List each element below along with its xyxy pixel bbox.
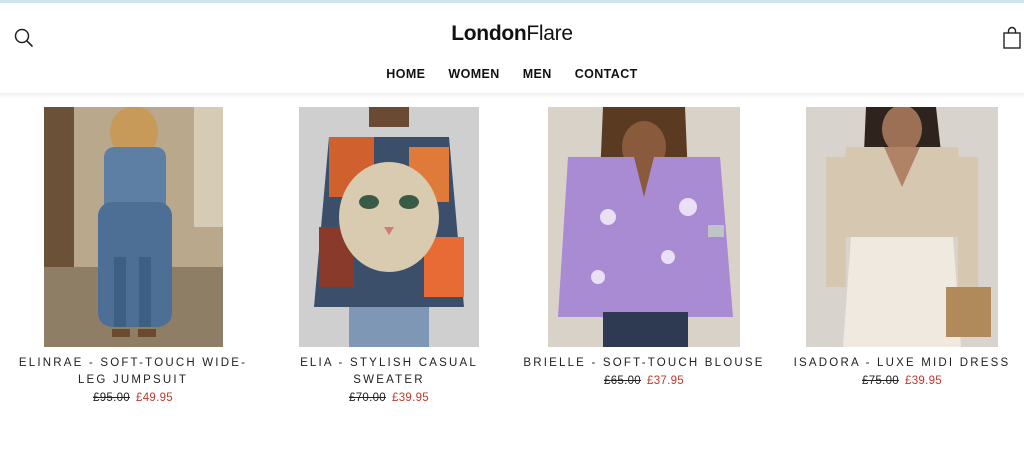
product-name[interactable]: BRIELLE - SOFT-TOUCH BLOUSE bbox=[522, 355, 766, 372]
product-prices: £70.00 £39.95 bbox=[268, 392, 510, 404]
sale-price: £37.95 bbox=[647, 375, 684, 387]
product-card-elia[interactable]: ELIA - STYLISH CASUAL SWEATER £70.00 £39.… bbox=[268, 107, 510, 404]
site-header: LondonFlare HOME WOMEN MEN CONTACT bbox=[0, 3, 1024, 95]
product-image-isadora[interactable] bbox=[806, 107, 998, 347]
nav-women[interactable]: WOMEN bbox=[448, 67, 499, 81]
logo-part-flare: Flare bbox=[526, 22, 573, 45]
product-card-isadora[interactable]: ISADORA - LUXE MIDI DRESS £75.00 £39.95 bbox=[782, 107, 1022, 387]
nav-home[interactable]: HOME bbox=[386, 67, 425, 81]
product-name[interactable]: ELINRAE - SOFT-TOUCH WIDE-LEG JUMPSUIT bbox=[8, 355, 258, 389]
original-price: £75.00 bbox=[862, 375, 899, 387]
site-logo[interactable]: LondonFlare bbox=[0, 22, 1024, 46]
product-prices: £75.00 £39.95 bbox=[782, 375, 1022, 387]
sale-price: £49.95 bbox=[136, 392, 173, 404]
product-card-brielle[interactable]: BRIELLE - SOFT-TOUCH BLOUSE £65.00 £37.95 bbox=[522, 107, 766, 387]
sale-price: £39.95 bbox=[905, 375, 942, 387]
product-name[interactable]: ELIA - STYLISH CASUAL SWEATER bbox=[268, 355, 510, 389]
main-navigation: HOME WOMEN MEN CONTACT bbox=[0, 67, 1024, 81]
product-image-elia[interactable] bbox=[299, 107, 479, 347]
sale-price: £39.95 bbox=[392, 392, 429, 404]
nav-men[interactable]: MEN bbox=[523, 67, 552, 81]
shopping-bag-icon bbox=[1003, 26, 1021, 49]
product-name[interactable]: ISADORA - LUXE MIDI DRESS bbox=[782, 355, 1022, 372]
product-prices: £95.00 £49.95 bbox=[8, 392, 258, 404]
header-divider bbox=[0, 93, 1024, 99]
product-image-brielle[interactable] bbox=[548, 107, 740, 347]
original-price: £95.00 bbox=[93, 392, 130, 404]
product-image-elinrae[interactable] bbox=[43, 107, 223, 347]
product-card-elinrae[interactable]: ELINRAE - SOFT-TOUCH WIDE-LEG JUMPSUIT £… bbox=[8, 107, 258, 404]
original-price: £70.00 bbox=[349, 392, 386, 404]
cart-button[interactable] bbox=[1002, 26, 1022, 50]
nav-contact[interactable]: CONTACT bbox=[575, 67, 638, 81]
product-prices: £65.00 £37.95 bbox=[522, 375, 766, 387]
original-price: £65.00 bbox=[604, 375, 641, 387]
logo-part-london: London bbox=[451, 22, 527, 45]
